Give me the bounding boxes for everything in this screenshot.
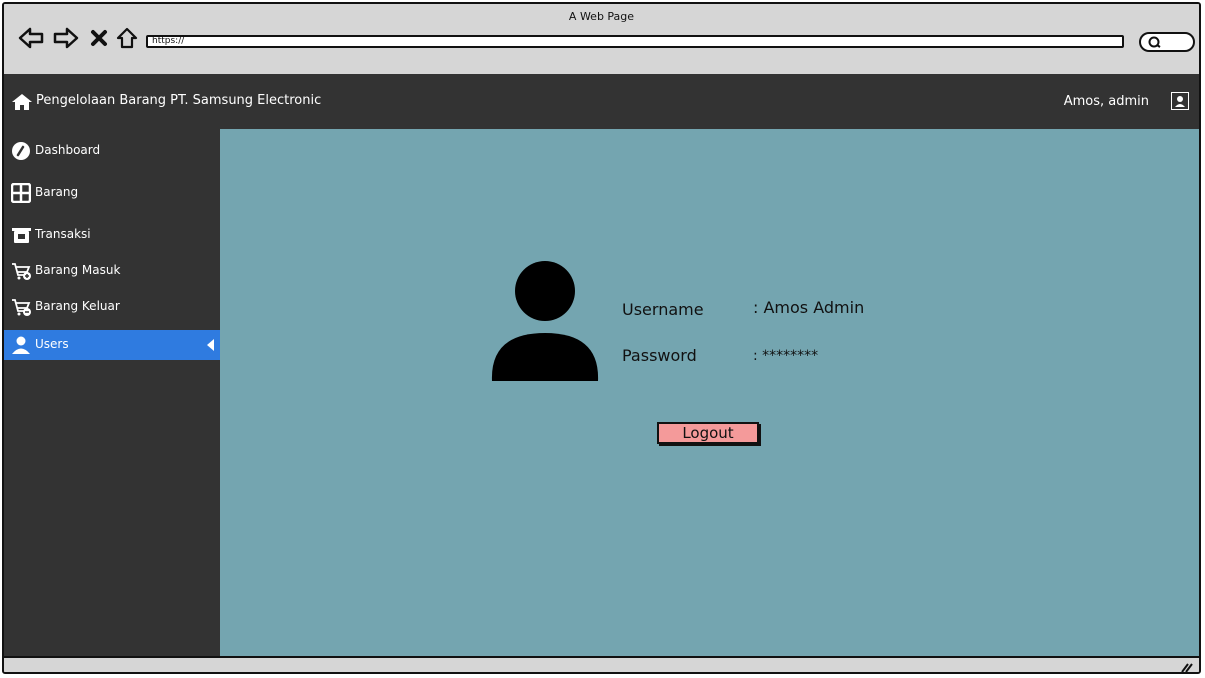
browser-page-title: A Web Page	[568, 10, 635, 23]
cart-icon	[11, 297, 31, 317]
current-user-label: Amos, admin	[1063, 94, 1149, 109]
logout-button[interactable]: Logout	[657, 422, 759, 444]
password-label: Password	[622, 346, 697, 365]
sidebar-item-label: Barang Keluar	[35, 299, 120, 313]
browser-search-button[interactable]	[1139, 32, 1195, 52]
sidebar: Dashboard Barang Transaksi Barang Masuk …	[4, 129, 220, 656]
status-bar	[4, 656, 1199, 672]
sidebar-item-label: Dashboard	[35, 143, 101, 157]
sidebar-item-barang-masuk[interactable]: Barang Masuk	[4, 256, 220, 286]
register-icon	[11, 225, 31, 245]
sidebar-item-barang[interactable]: Barang	[4, 178, 220, 208]
sidebar-item-label: Users	[35, 337, 69, 351]
password-value: : ********	[753, 348, 819, 364]
app-title: Pengelolaan Barang PT. Samsung Electroni…	[36, 93, 322, 108]
url-input[interactable]: https://	[146, 35, 1124, 48]
cart-icon	[11, 261, 31, 281]
url-text: https://	[152, 36, 185, 46]
app-header: Pengelolaan Barang PT. Samsung Electroni…	[4, 74, 1199, 129]
sidebar-item-users[interactable]: Users	[4, 330, 220, 360]
dashboard-icon	[11, 141, 31, 161]
resize-handle-icon[interactable]	[1179, 661, 1193, 672]
search-icon	[1148, 36, 1161, 48]
sidebar-item-barang-keluar[interactable]: Barang Keluar	[4, 292, 220, 322]
caret-left-icon	[207, 339, 214, 351]
sidebar-item-transaksi[interactable]: Transaksi	[4, 220, 220, 250]
sidebar-item-label: Transaksi	[35, 227, 91, 241]
username-label: Username	[622, 300, 704, 319]
sidebar-item-label: Barang	[35, 185, 79, 199]
user-icon	[11, 335, 31, 355]
browser-toolbar: A Web Page https://	[4, 4, 1199, 74]
grid-icon	[10, 182, 32, 204]
username-value: : Amos Admin	[753, 298, 865, 317]
main-content: Username : Amos Admin Password : *******…	[220, 129, 1199, 656]
sidebar-item-label: Barang Masuk	[35, 263, 121, 277]
forward-arrow-icon[interactable]	[53, 26, 79, 54]
home-browser-icon[interactable]	[115, 26, 139, 54]
back-arrow-icon[interactable]	[18, 26, 44, 54]
close-icon[interactable]	[90, 29, 108, 51]
user-profile-icon[interactable]	[1171, 92, 1189, 110]
home-icon[interactable]	[11, 93, 33, 115]
browser-window: A Web Page https:// Pengelolaan Barang P…	[2, 2, 1201, 674]
sidebar-item-dashboard[interactable]: Dashboard	[4, 136, 220, 166]
user-avatar-icon	[490, 261, 600, 387]
